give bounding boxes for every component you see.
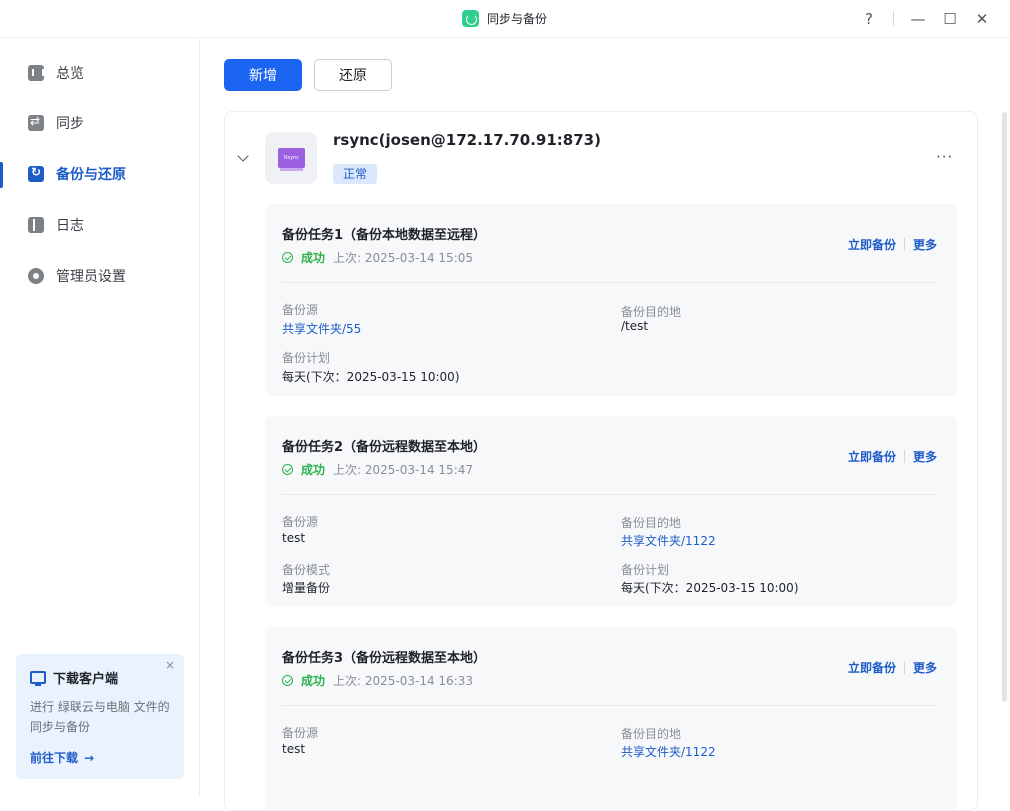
- server-panel: Rsync rsync(josen@172.17.70.91:873) 正常 ·…: [224, 111, 978, 811]
- field-label: 备份计划: [621, 563, 670, 577]
- promo-description: 同步与备份: [30, 720, 91, 734]
- task-status: 成功 上次: 2025-03-14 15:47: [282, 461, 473, 478]
- sidebar-item-overview[interactable]: 总览: [0, 53, 199, 93]
- task-status: 成功 上次: 2025-03-14 16:33: [282, 672, 473, 689]
- monitor-icon: [30, 671, 46, 686]
- log-icon: [28, 217, 44, 233]
- download-link[interactable]: 前往下载 →: [30, 749, 170, 766]
- close-icon[interactable]: ×: [165, 658, 175, 672]
- task-actions: 立即备份 更多: [848, 236, 937, 253]
- last-run-time: 上次: 2025-03-14 15:05: [333, 251, 474, 265]
- window-title-group: 同步与备份: [462, 10, 547, 27]
- backup-source-link[interactable]: 共享文件夹/55: [282, 320, 361, 337]
- task-actions: 立即备份 更多: [848, 659, 937, 676]
- arrow-right-icon: →: [84, 750, 95, 765]
- more-link[interactable]: 更多: [913, 659, 937, 676]
- scrollbar[interactable]: [1002, 112, 1007, 702]
- task-title: 备份任务2（备份远程数据至本地）: [282, 440, 487, 455]
- main-content: 新增 还原 Rsync rsync(josen@172.17.70.91:873…: [200, 39, 1010, 811]
- promo-title: 下载客户端: [53, 672, 119, 687]
- sidebar: 总览 同步 备份与还原 日志 管理员设置 × 下载客户端 进行 绿联云与电脑 文…: [0, 39, 200, 797]
- action-divider: [903, 661, 905, 674]
- add-button[interactable]: 新增: [224, 59, 302, 91]
- backup-destination-link[interactable]: 共享文件夹/1122: [621, 532, 716, 549]
- backup-now-link[interactable]: 立即备份: [848, 448, 896, 465]
- task-title: 备份任务1（备份本地数据至远程）: [282, 228, 487, 243]
- more-link[interactable]: 更多: [913, 448, 937, 465]
- status-badge: 正常: [333, 164, 378, 184]
- sync-backup-app-icon: [462, 10, 479, 27]
- backup-restore-icon: [28, 165, 44, 182]
- overview-icon: [28, 65, 44, 81]
- success-icon: [282, 252, 293, 263]
- backup-destination-link[interactable]: 共享文件夹/1122: [621, 743, 716, 760]
- field-label: 备份目的地: [621, 516, 682, 530]
- task-status: 成功 上次: 2025-03-14 15:05: [282, 249, 473, 266]
- admin-settings-icon: [28, 268, 44, 284]
- field-label: 备份源: [282, 726, 319, 740]
- task-title: 备份任务3（备份远程数据至本地）: [282, 651, 487, 666]
- field-label: 备份源: [282, 515, 319, 529]
- field-value: 每天(下次：2025-03-15 10:00): [621, 581, 799, 595]
- field-label: 备份计划: [282, 351, 331, 365]
- rsync-logo-box: Rsync: [278, 148, 305, 168]
- restore-button[interactable]: 还原: [314, 59, 392, 91]
- backup-task-card: 备份任务3（备份远程数据至本地） 成功 上次: 2025-03-14 16:33…: [265, 627, 957, 810]
- sidebar-item-label: 日志: [56, 218, 84, 234]
- minimize-button[interactable]: —: [907, 8, 929, 30]
- sidebar-item-label: 同步: [56, 116, 84, 132]
- title-bar: 同步与备份 ? — ☐ ✕: [0, 0, 1010, 38]
- sidebar-item-label: 总览: [56, 66, 84, 82]
- field-label: 备份目的地: [621, 305, 682, 319]
- action-divider: [903, 450, 905, 463]
- success-icon: [282, 675, 293, 686]
- backup-now-link[interactable]: 立即备份: [848, 236, 896, 253]
- sidebar-item-label: 管理员设置: [56, 269, 126, 285]
- window-title: 同步与备份: [487, 12, 548, 26]
- sidebar-item-backup-restore[interactable]: 备份与还原: [0, 154, 199, 194]
- field-value: 增量备份: [282, 581, 331, 595]
- backup-now-link[interactable]: 立即备份: [848, 659, 896, 676]
- sidebar-item-label: 备份与还原: [56, 167, 126, 183]
- field-label: 备份模式: [282, 563, 331, 577]
- title-bar-divider: [893, 11, 894, 26]
- field-label: 备份目的地: [621, 727, 682, 741]
- status-text: 成功: [301, 463, 326, 477]
- backup-task-card: 备份任务1（备份本地数据至远程） 成功 上次: 2025-03-14 15:05…: [265, 204, 957, 396]
- sidebar-item-admin-settings[interactable]: 管理员设置: [0, 256, 199, 296]
- action-divider: [903, 238, 905, 251]
- divider: [282, 705, 937, 706]
- success-icon: [282, 464, 293, 475]
- download-client-card: × 下载客户端 进行 绿联云与电脑 文件的 同步与备份 前往下载 →: [16, 654, 184, 779]
- status-text: 成功: [301, 251, 326, 265]
- divider: [282, 282, 937, 283]
- server-name: rsync(josen@172.17.70.91:873): [333, 131, 601, 149]
- rsync-logo-base: [280, 168, 303, 171]
- sidebar-item-sync[interactable]: 同步: [0, 103, 199, 143]
- last-run-time: 上次: 2025-03-14 16:33: [333, 674, 474, 688]
- last-run-time: 上次: 2025-03-14 15:47: [333, 463, 474, 477]
- help-icon[interactable]: ?: [858, 8, 880, 30]
- backup-task-card: 备份任务2（备份远程数据至本地） 成功 上次: 2025-03-14 15:47…: [265, 416, 957, 606]
- status-text: 成功: [301, 674, 326, 688]
- field-value: test: [282, 742, 306, 756]
- more-options-icon[interactable]: ···: [936, 148, 953, 166]
- chevron-down-icon[interactable]: [237, 150, 249, 162]
- field-value: /test: [621, 319, 649, 333]
- sync-icon: [28, 114, 44, 131]
- more-link[interactable]: 更多: [913, 236, 937, 253]
- download-link-label: 前往下载: [30, 751, 79, 765]
- maximize-button[interactable]: ☐: [939, 8, 961, 30]
- sidebar-item-log[interactable]: 日志: [0, 205, 199, 245]
- field-label: 备份源: [282, 303, 319, 317]
- divider: [282, 494, 937, 495]
- field-value: 每天(下次：2025-03-15 10:00): [282, 370, 460, 384]
- task-actions: 立即备份 更多: [848, 448, 937, 465]
- field-value: test: [282, 531, 306, 545]
- promo-description: 进行 绿联云与电脑 文件的: [30, 700, 170, 714]
- close-button[interactable]: ✕: [971, 8, 993, 30]
- rsync-logo: Rsync: [265, 132, 317, 184]
